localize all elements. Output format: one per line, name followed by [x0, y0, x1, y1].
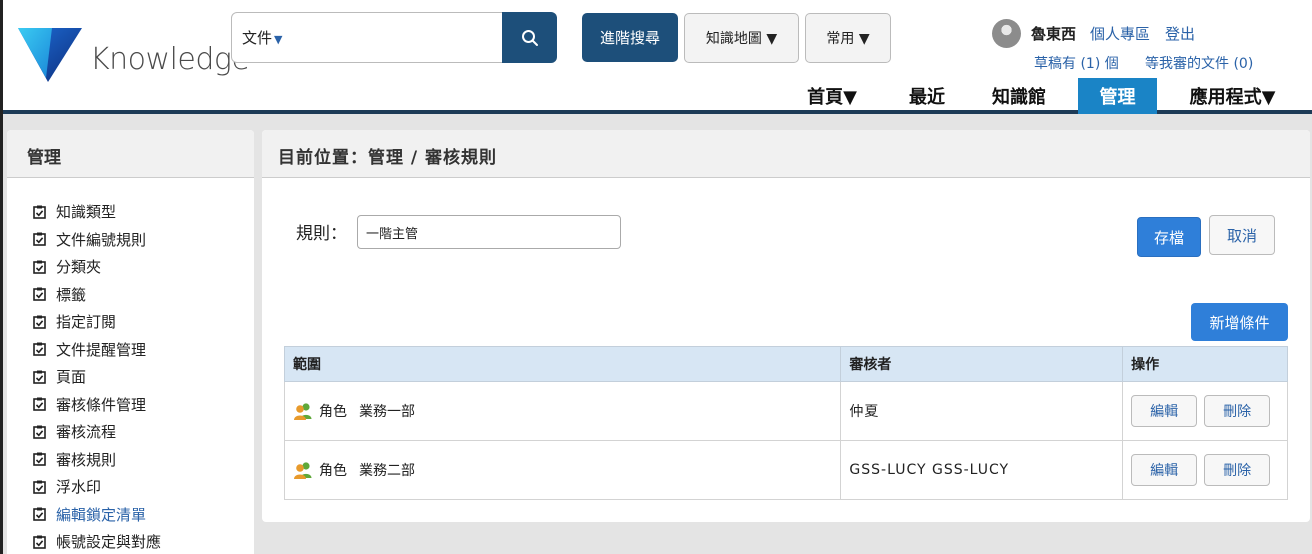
advanced-search-button[interactable]: 進階搜尋 [582, 13, 678, 62]
checklist-icon [33, 507, 49, 522]
column-header-actions: 操作 [1122, 346, 1288, 382]
sidebar-item-label: 文件提醒管理 [56, 340, 147, 359]
nav-admin[interactable]: 管理 [1078, 78, 1157, 114]
sidebar-item-label: 審核條件管理 [56, 395, 147, 414]
sidebar-menu: 知識類型 文件編號規則 分類夾 標籤 指定訂閱 文件提醒管理 頁面 審核條件管理… [7, 178, 254, 554]
scope-cell: 角色 業務一部 [283, 381, 842, 441]
logo-mark-icon [18, 28, 82, 82]
sidebar-item-label: 浮水印 [56, 478, 102, 497]
admin-sidebar: 管理 知識類型 文件編號規則 分類夾 標籤 指定訂閱 文件提醒管理 頁面 審核條… [7, 130, 254, 554]
cancel-button[interactable]: 取消 [1209, 215, 1275, 255]
review-rule-table: 範圍 審核者 操作 角色 業務一部 仲夏 編輯 刪除 角色 業務二部 GSS-L… [283, 346, 1288, 500]
drafts-link[interactable]: 草稿有 (1) 個 [1034, 53, 1119, 73]
checklist-icon [33, 232, 49, 247]
sidebar-item-label: 審核規則 [56, 450, 117, 469]
sidebar-item-folders[interactable]: 分類夾 [7, 253, 254, 281]
knowledge-map-button[interactable]: 知識地圖 ▼ [684, 13, 799, 63]
sidebar-item-label: 審核流程 [56, 423, 117, 442]
caret-down-icon: ▼ [274, 33, 283, 46]
breadcrumb: 目前位置：管理 / 審核規則 [262, 130, 1310, 178]
sidebar-title: 管理 [7, 130, 254, 178]
sidebar-item-label: 文件編號規則 [56, 230, 147, 249]
table-row: 角色 業務二部 GSS-LUCY GSS-LUCY 編輯 刪除 [283, 440, 1288, 500]
scope-value: 業務二部 [359, 463, 415, 479]
checklist-icon [33, 260, 49, 274]
rule-label: 規則： [296, 224, 347, 244]
scope-value: 業務一部 [359, 404, 415, 420]
common-button[interactable]: 常用 ▼ [805, 13, 891, 63]
sidebar-item-knowledge-types[interactable]: 知識類型 [7, 198, 254, 226]
sidebar-item-account-mapping[interactable]: 帳號設定與對應 [7, 528, 254, 554]
sidebar-item-label: 帳號設定與對應 [56, 533, 162, 552]
delete-button[interactable]: 刪除 [1204, 454, 1271, 486]
checklist-icon [33, 315, 49, 329]
role-group-icon [293, 402, 313, 420]
actions-cell: 編輯 刪除 [1122, 381, 1288, 441]
logo-text: Knowledge [90, 42, 250, 77]
rule-name-input[interactable] [357, 215, 621, 249]
checklist-icon [33, 205, 49, 219]
role-group-icon [293, 461, 313, 479]
top-header: Knowledge 文件 ▼ 進階搜尋 知識地圖 ▼ 常用 ▼ 魯東西 個人專區 … [0, 0, 1312, 114]
search-scope-dropdown[interactable]: 文件 ▼ [242, 27, 282, 48]
sidebar-item-subscriptions[interactable]: 指定訂閱 [7, 308, 254, 336]
personal-space-link[interactable]: 個人專區 [1090, 23, 1150, 44]
sidebar-item-label: 頁面 [56, 368, 87, 387]
sidebar-item-label: 編輯鎖定清單 [56, 505, 147, 524]
sidebar-item-doc-numbering[interactable]: 文件編號規則 [7, 226, 254, 254]
nav-home[interactable]: 首頁▼ [797, 78, 867, 114]
add-condition-button[interactable]: 新增條件 [1191, 303, 1288, 341]
save-button[interactable]: 存檔 [1137, 217, 1201, 257]
sidebar-item-label: 分類夾 [56, 258, 102, 277]
sidebar-item-pages[interactable]: 頁面 [7, 363, 254, 391]
nav-apps[interactable]: 應用程式▼ [1175, 78, 1290, 114]
sidebar-item-watermark[interactable]: 浮水印 [7, 473, 254, 501]
checklist-icon [33, 480, 49, 494]
sidebar-item-doc-reminders[interactable]: 文件提醒管理 [7, 336, 254, 364]
sidebar-item-review-workflow[interactable]: 審核流程 [7, 418, 254, 446]
reviewer-cell: GSS-LUCY GSS-LUCY [840, 440, 1124, 500]
column-header-reviewer: 審核者 [840, 346, 1124, 382]
nav-library[interactable]: 知識館 [980, 78, 1058, 114]
edit-button[interactable]: 編輯 [1131, 454, 1198, 486]
sidebar-item-edit-lock-list[interactable]: 編輯鎖定清單 [7, 501, 254, 529]
avatar[interactable] [992, 19, 1021, 48]
search-icon [521, 29, 538, 46]
checklist-icon [33, 342, 49, 357]
scope-type: 角色 [319, 463, 347, 479]
user-name: 魯東西 [1031, 25, 1077, 43]
sidebar-item-tags[interactable]: 標籤 [7, 281, 254, 309]
delete-button[interactable]: 刪除 [1204, 395, 1271, 427]
table-header-row: 範圍 審核者 操作 [283, 346, 1288, 382]
reviewer-cell: 仲夏 [840, 381, 1124, 441]
sidebar-item-label: 標籤 [56, 285, 87, 304]
scope-cell: 角色 業務二部 [283, 440, 842, 500]
sidebar-item-label: 知識類型 [56, 203, 117, 222]
search-button[interactable] [502, 12, 557, 63]
pending-review-link[interactable]: 等我審的文件 (0) [1145, 53, 1253, 73]
search-box: 文件 ▼ [231, 12, 503, 63]
sidebar-item-label: 指定訂閱 [56, 313, 117, 332]
scope-type: 角色 [319, 404, 347, 420]
checklist-icon [33, 425, 49, 439]
table-row: 角色 業務一部 仲夏 編輯 刪除 [283, 381, 1288, 441]
edit-button[interactable]: 編輯 [1131, 395, 1198, 427]
sidebar-item-review-rules[interactable]: 審核規則 [7, 446, 254, 474]
knowledge-logo[interactable]: Knowledge [18, 28, 250, 88]
checklist-icon [33, 287, 49, 302]
nav-recent[interactable]: 最近 [897, 78, 957, 114]
window-left-border [0, 0, 3, 554]
checklist-icon [33, 535, 49, 549]
column-header-scope: 範圍 [283, 346, 842, 382]
checklist-icon [33, 452, 49, 467]
logout-link[interactable]: 登出 [1165, 23, 1195, 44]
sidebar-item-review-conditions[interactable]: 審核條件管理 [7, 391, 254, 419]
search-scope-label: 文件 [242, 29, 273, 47]
checklist-icon [33, 397, 49, 412]
actions-cell: 編輯 刪除 [1122, 440, 1288, 500]
search-input[interactable] [312, 21, 497, 55]
review-rule-panel: 目前位置：管理 / 審核規則 規則： 存檔 取消 新增條件 範圍 審核者 操作 [262, 130, 1310, 522]
checklist-icon [33, 370, 49, 384]
